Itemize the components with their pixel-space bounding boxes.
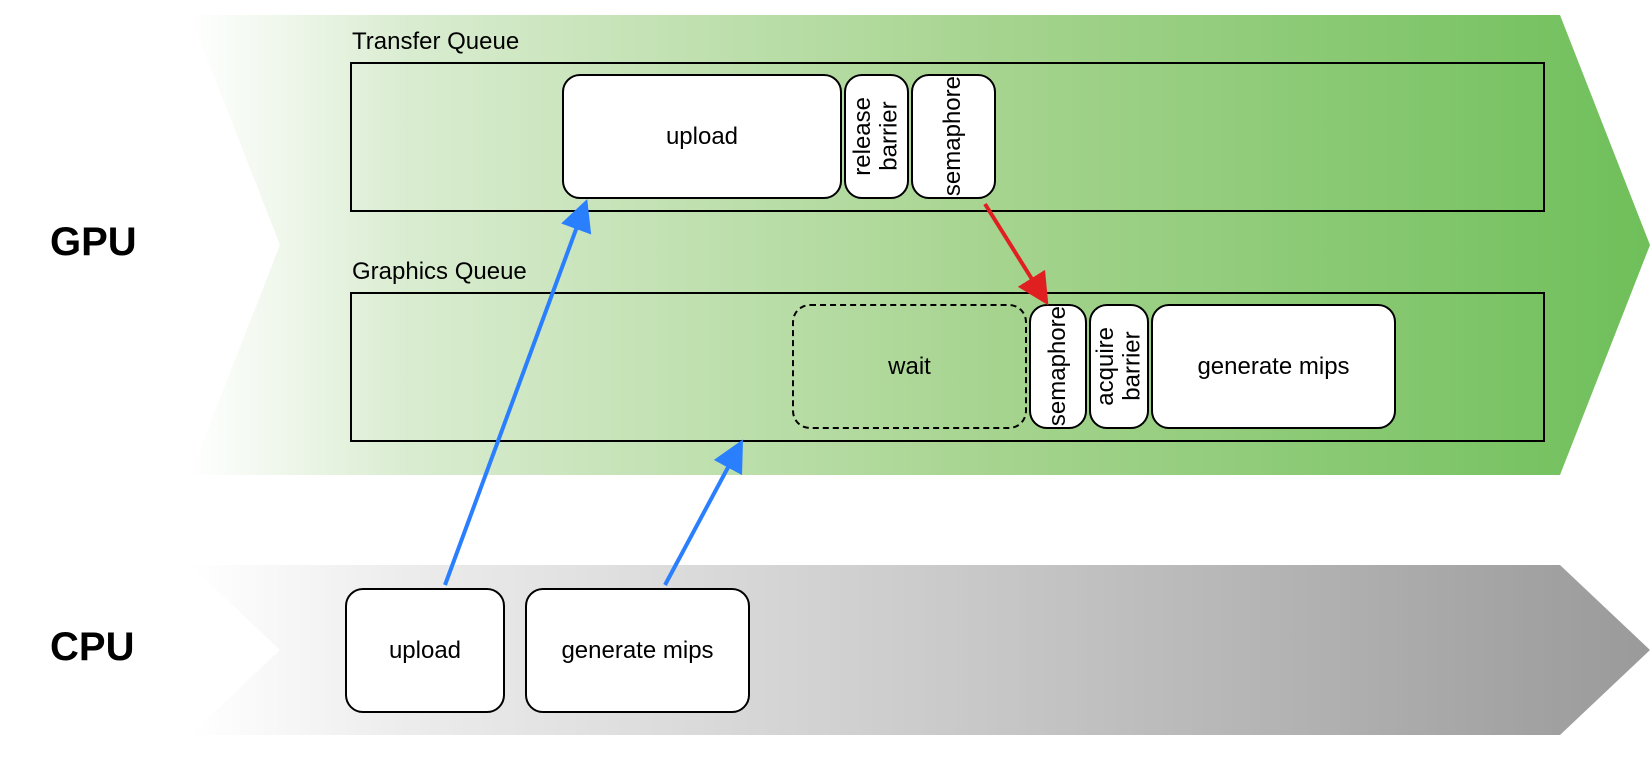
tq-release-barrier-node: releasebarrier <box>844 74 909 199</box>
cpu-upload-node: upload <box>345 588 505 713</box>
gq-semaphore-node: semaphore <box>1029 304 1087 429</box>
graphics-queue-label: Graphics Queue <box>352 258 527 286</box>
gq-wait-node: wait <box>792 304 1027 429</box>
tq-semaphore-node: semaphore <box>911 74 996 199</box>
arrow-tq-semaphore-to-gq-semaphore <box>985 204 1045 300</box>
cpu-label: CPU <box>50 625 134 670</box>
transfer-queue-label: Transfer Queue <box>352 28 519 56</box>
tq-upload-node: upload <box>562 74 842 199</box>
arrow-cpu-genmips-to-gq <box>665 445 740 585</box>
cpu-generate-mips-node: generate mips <box>525 588 750 713</box>
diagram-canvas: GPU CPU Transfer Queue upload releasebar… <box>0 0 1650 760</box>
gq-generate-mips-node: generate mips <box>1151 304 1396 429</box>
gpu-label: GPU <box>50 220 137 265</box>
gq-acquire-barrier-node: acquirebarrier <box>1089 304 1149 429</box>
